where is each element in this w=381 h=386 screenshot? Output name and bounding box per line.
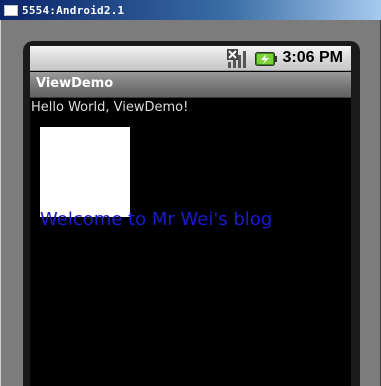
app-title: ViewDemo — [36, 76, 114, 91]
no-signal-icon — [227, 49, 246, 68]
window-title: 5554:Android2.1 — [22, 3, 125, 17]
app-title-bar: ViewDemo — [30, 72, 351, 98]
phone-screen: 3:06 PM ViewDemo Hello World, ViewDemo! … — [30, 46, 351, 386]
window-titlebar[interactable]: 5554:Android2.1 — [0, 0, 381, 20]
welcome-link[interactable]: Welcome to Mr Wei's blog — [40, 209, 272, 230]
status-clock: 3:06 PM — [282, 49, 343, 66]
status-bar: 3:06 PM — [30, 46, 351, 71]
hello-text: Hello World, ViewDemo! — [31, 100, 189, 115]
white-image-box — [40, 127, 130, 217]
window-icon — [4, 4, 18, 16]
battery-charging-icon — [255, 52, 277, 66]
